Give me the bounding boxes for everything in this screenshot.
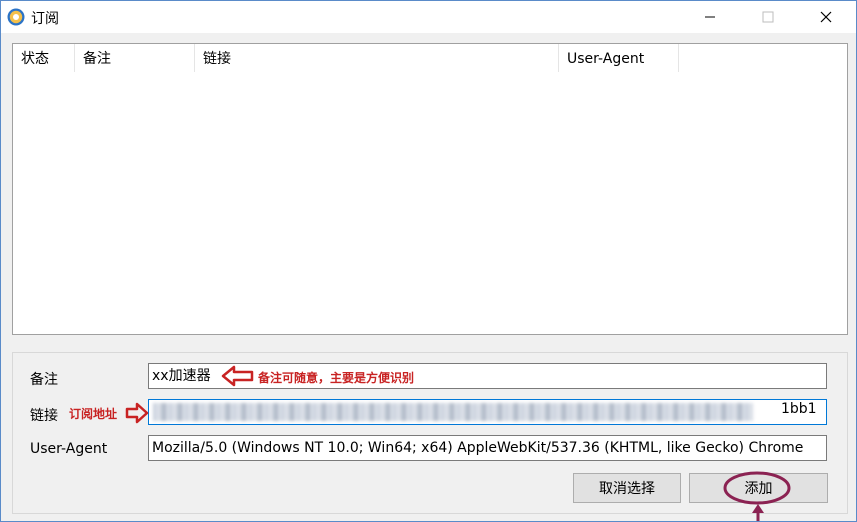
- maximize-icon: [762, 11, 774, 23]
- minimize-icon: [705, 16, 715, 18]
- column-header-status[interactable]: 状态: [13, 44, 75, 72]
- right-arrow-icon: [125, 402, 149, 424]
- link-blurred-value: [153, 403, 753, 421]
- user-agent-input[interactable]: Mozilla/5.0 (Windows NT 10.0; Win64; x64…: [148, 435, 827, 461]
- window-title: 订阅: [31, 11, 59, 27]
- left-arrow-icon: [221, 365, 254, 387]
- remark-label: 备注: [30, 372, 58, 388]
- remark-annotation: 备注可随意，主要是方便识别: [258, 371, 415, 385]
- link-annotation: 订阅地址: [69, 407, 118, 421]
- column-header-user-agent[interactable]: User-Agent: [559, 44, 679, 72]
- minimize-button[interactable]: [687, 1, 733, 33]
- link-label: 链接: [30, 408, 58, 424]
- close-button[interactable]: [803, 1, 849, 33]
- maximize-button[interactable]: [745, 1, 791, 33]
- link-value-suffix: 1bb1: [781, 401, 817, 417]
- subscription-list[interactable]: 状态 备注 链接 User-Agent: [12, 43, 848, 335]
- title-bar: 订阅: [1, 1, 856, 33]
- add-button-highlight-ellipse: [723, 471, 791, 521]
- close-icon: [820, 11, 832, 23]
- user-agent-label: User-Agent: [30, 441, 108, 457]
- subscription-window: 订阅 状态 备注 链接 User-Agent 备注 xx加速器 链接 1bb1 …: [0, 0, 857, 522]
- column-header-link[interactable]: 链接: [195, 44, 559, 72]
- cancel-selection-button[interactable]: 取消选择: [573, 473, 681, 503]
- app-icon: [7, 8, 25, 26]
- column-header-remark[interactable]: 备注: [75, 44, 195, 72]
